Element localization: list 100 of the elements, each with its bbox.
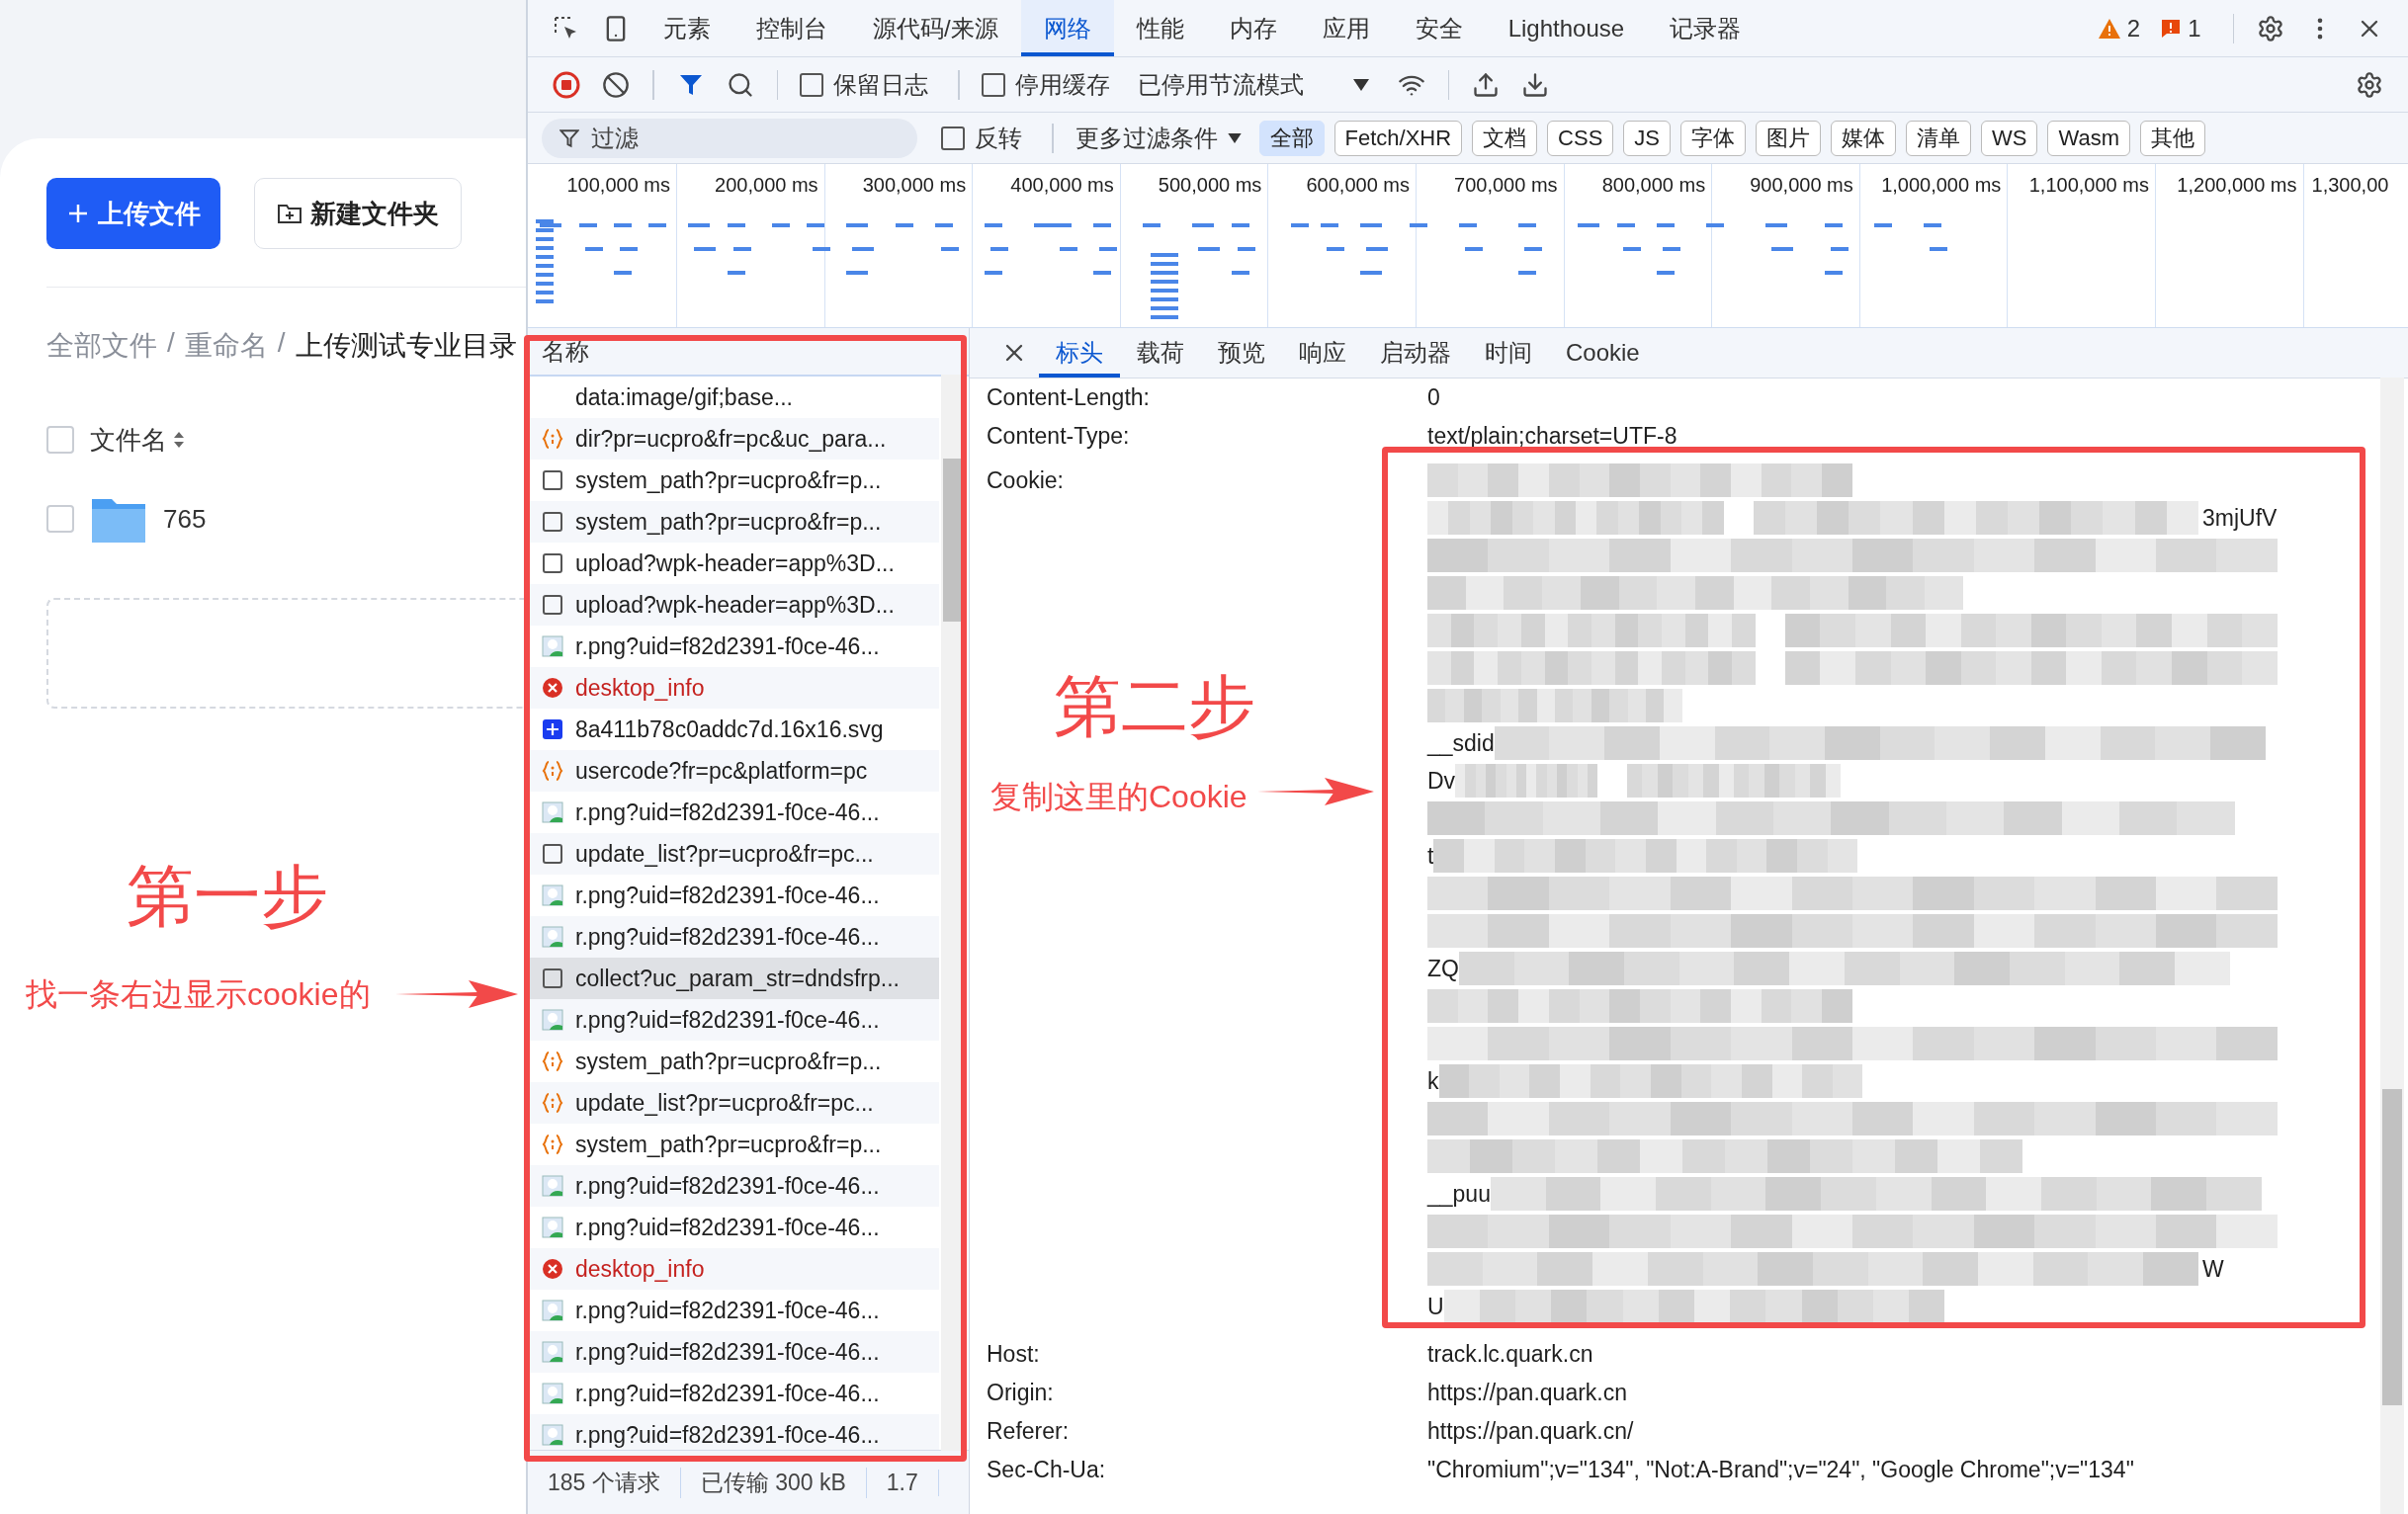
breadcrumb-separator: / <box>167 327 175 360</box>
filter-chip[interactable]: 全部 <box>1258 120 1325 156</box>
cookie-fragment: __puu <box>1427 1179 1491 1209</box>
filter-chip[interactable]: WS <box>1981 120 2038 156</box>
detail-tab[interactable]: 启动器 <box>1363 328 1468 378</box>
filter-chip[interactable]: Fetch/XHR <box>1333 120 1463 156</box>
filter-chip[interactable]: 图片 <box>1756 120 1822 156</box>
cookie-fragment: 3mjUfV <box>2202 503 2278 533</box>
error-icon <box>542 677 563 699</box>
filter-chip[interactable]: 其他 <box>2140 120 2205 156</box>
time-tick: 300,000 ms <box>862 174 967 198</box>
invert-checkbox[interactable]: 反转 <box>941 122 1022 154</box>
panel-tab[interactable]: 控制台 <box>733 0 850 56</box>
scrollbar[interactable] <box>2380 378 2404 1514</box>
more-filters-dropdown[interactable]: 更多过滤条件 <box>1075 122 1242 154</box>
annotation-title: 第一步 <box>127 857 328 935</box>
issue-icon <box>2160 17 2183 40</box>
request-row[interactable]: r.png?uid=f82d2391-f0ce-46... <box>528 999 939 1041</box>
new-folder-button[interactable]: 新建文件夹 <box>254 178 462 249</box>
time-tick: 400,000 ms <box>1010 174 1114 198</box>
panel-tab[interactable]: 源代码/来源 <box>850 0 1021 56</box>
request-row[interactable]: dir?pr=ucpro&fr=pc&uc_para... <box>528 418 939 460</box>
request-row[interactable]: r.png?uid=f82d2391-f0ce-46... <box>528 1414 939 1450</box>
breadcrumb-item[interactable]: 上传测试专业目录 <box>295 327 517 365</box>
breadcrumb-separator: / <box>277 327 286 360</box>
panel-tab[interactable]: 安全 <box>1392 0 1486 56</box>
column-header[interactable]: 名称 <box>542 335 589 368</box>
throttling-dropdown[interactable]: 已停用节流模式 <box>1137 68 1369 101</box>
request-row[interactable]: r.png?uid=f82d2391-f0ce-46... <box>528 1331 939 1373</box>
image-icon <box>542 884 563 906</box>
header-value: 0 <box>1427 383 1441 412</box>
panel-tab[interactable]: 记录器 <box>1647 0 1764 56</box>
time-tick: 100,000 ms <box>566 174 670 198</box>
request-row[interactable]: usercode?fr=pc&platform=pc <box>528 750 939 792</box>
detail-tab[interactable]: 载荷 <box>1120 328 1201 378</box>
document-icon <box>542 594 563 616</box>
checkbox[interactable] <box>46 426 74 454</box>
status-text: 已传输 300 kB <box>680 1467 867 1498</box>
time-tick: 900,000 ms <box>1750 174 1853 198</box>
image-icon <box>542 1424 563 1446</box>
request-row[interactable]: update_list?pr=ucpro&fr=pc... <box>528 833 939 875</box>
request-row[interactable]: collect?uc_param_str=dndsfrp... <box>528 958 939 999</box>
panel-tab[interactable]: 性能 <box>1113 0 1207 56</box>
filter-chip[interactable]: CSS <box>1547 120 1614 156</box>
document-icon <box>542 469 563 491</box>
checkbox[interactable] <box>46 505 74 533</box>
filter-chip[interactable]: 文档 <box>1472 120 1538 156</box>
document-icon <box>542 967 563 989</box>
detail-tab[interactable]: 时间 <box>1468 328 1549 378</box>
time-tick: 800,000 ms <box>1601 174 1706 198</box>
status-text: 185 个请求 <box>528 1467 681 1498</box>
warnings-counter[interactable]: 2 <box>2097 14 2141 42</box>
issues-counter[interactable]: 1 <box>2160 14 2201 42</box>
request-row[interactable]: system_path?pr=ucpro&fr=p... <box>528 501 939 543</box>
time-tick: 600,000 ms <box>1306 174 1410 198</box>
request-row[interactable]: r.png?uid=f82d2391-f0ce-46... <box>528 1165 939 1207</box>
time-tick: 500,000 ms <box>1158 174 1262 198</box>
request-row[interactable]: r.png?uid=f82d2391-f0ce-46... <box>528 916 939 958</box>
cookie-fragment: ZQ <box>1427 954 1459 983</box>
plus-icon <box>66 202 90 225</box>
filter-chip[interactable]: 字体 <box>1680 120 1747 156</box>
time-tick: 1,000,000 ms <box>1881 174 2002 198</box>
header-name: Sec-Ch-Ua: <box>987 1456 1107 1484</box>
sort-icon <box>173 430 185 450</box>
cookie-fragment: k <box>1427 1066 1439 1096</box>
detail-tab[interactable]: 响应 <box>1282 328 1363 378</box>
preserve-log-checkbox[interactable]: 保留日志 <box>800 68 928 101</box>
column-header[interactable]: 文件名 <box>90 422 167 458</box>
request-row[interactable]: desktop_info <box>528 667 939 709</box>
panel-tab[interactable]: 内存 <box>1206 0 1300 56</box>
request-row[interactable]: desktop_info <box>528 1248 939 1290</box>
time-tick: 1,300,00 <box>2311 174 2389 198</box>
header-value: https://pan.quark.cn/ <box>1427 1417 1635 1446</box>
detail-tab[interactable]: 标头 <box>1039 328 1120 378</box>
image-icon <box>542 1383 563 1404</box>
time-tick: 700,000 ms <box>1454 174 1558 198</box>
filter-chip[interactable]: JS <box>1623 120 1672 156</box>
upload-button[interactable]: 上传文件 <box>46 178 220 249</box>
detail-tab[interactable]: Cookie <box>1549 328 1657 378</box>
request-row[interactable]: update_list?pr=ucpro&fr=pc... <box>528 1082 939 1124</box>
filter-chip[interactable]: 媒体 <box>1831 120 1897 156</box>
header-value: track.lc.quark.cn <box>1427 1340 1594 1369</box>
cookie-fragment: __sdid <box>1427 728 1495 758</box>
panel-tab[interactable]: 元素 <box>641 0 733 56</box>
filter-field[interactable]: 过滤 <box>542 118 917 158</box>
panel-tab[interactable]: Lighthouse <box>1485 0 1648 56</box>
panel-tab[interactable]: 网络 <box>1020 0 1114 56</box>
braces-icon <box>542 1092 563 1114</box>
filter-chip[interactable]: Wasm <box>2047 120 2130 156</box>
cookie-fragment: t <box>1427 841 1434 871</box>
folder-plus-icon <box>277 202 302 225</box>
cookie-fragment: U <box>1427 1292 1444 1321</box>
file-name[interactable]: 765 <box>163 503 207 535</box>
document-icon <box>542 552 563 574</box>
detail-tab[interactable]: 预览 <box>1201 328 1282 378</box>
panel-tab[interactable]: 应用 <box>1299 0 1393 56</box>
disable-cache-checkbox[interactable]: 停用缓存 <box>981 68 1110 101</box>
header-name: Referer: <box>987 1417 1071 1446</box>
filter-chip[interactable]: 清单 <box>1906 120 1972 156</box>
request-row[interactable]: upload?wpk-header=app%3D... <box>528 584 939 626</box>
